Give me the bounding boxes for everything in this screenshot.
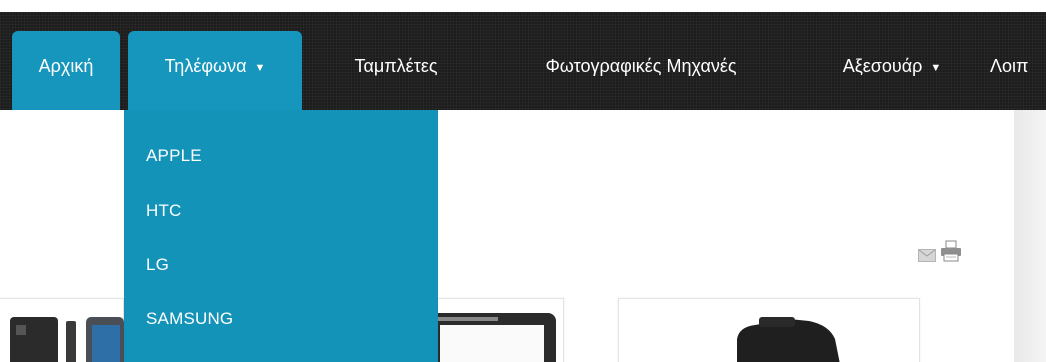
product-card[interactable] xyxy=(618,298,920,362)
email-icon[interactable] xyxy=(918,249,936,262)
nav-item-cameras-label: Φωτογραφικές Μηχανές xyxy=(545,56,737,76)
article-tools xyxy=(918,240,962,262)
product-card[interactable] xyxy=(0,298,124,362)
chevron-down-icon: ▼ xyxy=(254,62,266,74)
dropdown-item-htc[interactable]: HTC xyxy=(146,201,182,221)
product-image-phones xyxy=(10,317,124,362)
nav-item-more[interactable]: Λοιπ xyxy=(990,31,1046,110)
nav-item-phones[interactable]: Τηλέφωνα ▼ xyxy=(128,31,302,110)
nav-item-home[interactable]: Αρχική xyxy=(12,31,120,110)
nav-item-accessories[interactable]: Αξεσουάρ ▼ xyxy=(822,31,962,110)
nav-item-more-label: Λοιπ xyxy=(990,56,1029,76)
nav-item-phones-label: Τηλέφωνα xyxy=(164,56,247,76)
product-image-camera xyxy=(737,317,840,362)
dropdown-item-lg[interactable]: LG xyxy=(146,255,169,275)
nav-item-tablets-label: Ταμπλέτες xyxy=(354,56,438,76)
product-card[interactable] xyxy=(428,298,564,362)
top-strip xyxy=(0,0,1046,12)
dropdown-item-samsung[interactable]: SAMSUNG xyxy=(146,309,233,329)
nav-item-tablets[interactable]: Ταμπλέτες xyxy=(336,31,456,110)
content-edge-shadow xyxy=(1014,110,1046,362)
nav-item-home-label: Αρχική xyxy=(38,56,94,76)
dropdown-item-apple[interactable]: APPLE xyxy=(146,146,202,166)
nav-item-accessories-label: Αξεσουάρ xyxy=(842,56,923,76)
chevron-down-icon: ▼ xyxy=(930,62,942,74)
product-image-tablet xyxy=(428,313,556,362)
print-icon[interactable] xyxy=(940,240,962,262)
phones-dropdown-menu: APPLE HTC LG SAMSUNG xyxy=(124,110,438,362)
nav-item-cameras[interactable]: Φωτογραφικές Μηχανές xyxy=(510,31,772,110)
